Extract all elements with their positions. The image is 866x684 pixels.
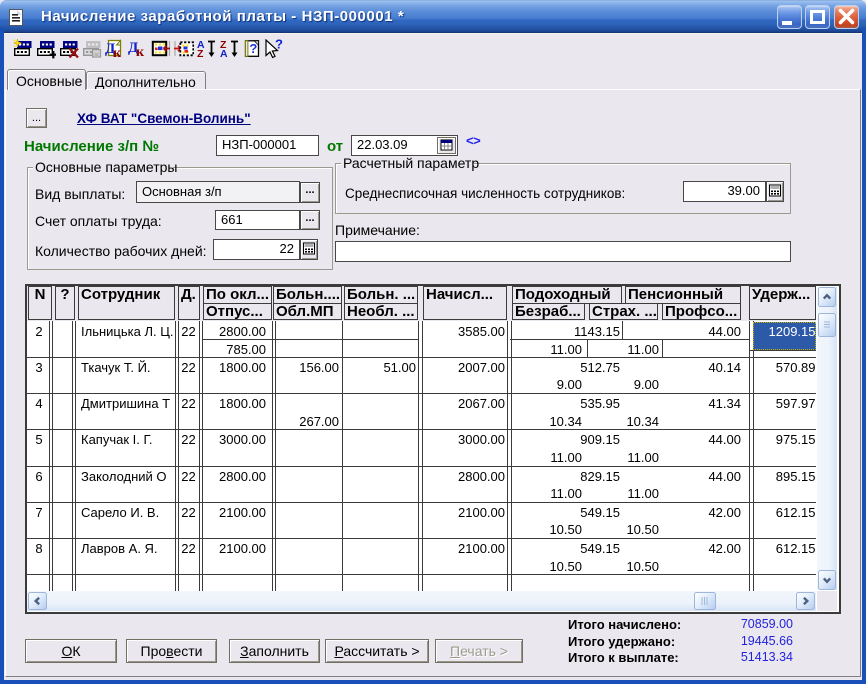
svg-text:?: ? (249, 41, 257, 56)
svg-text:к: к (136, 45, 145, 59)
svg-text:Z: Z (197, 48, 204, 59)
svg-text:к: к (113, 46, 122, 59)
svg-text:?: ? (275, 39, 283, 52)
svg-text:А: А (220, 48, 228, 59)
